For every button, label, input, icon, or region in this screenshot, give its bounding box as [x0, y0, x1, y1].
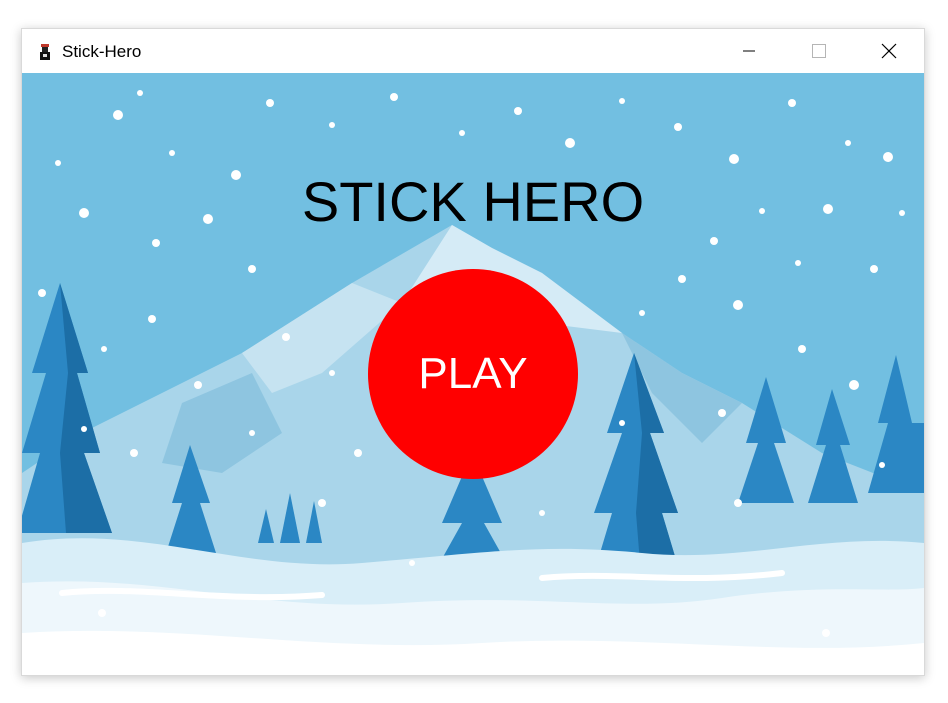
game-title: STICK HERO	[301, 170, 645, 233]
window-title: Stick-Hero	[62, 42, 142, 61]
close-button[interactable]	[854, 29, 924, 73]
maximize-icon	[812, 44, 826, 58]
play-button[interactable]: PLAY	[368, 269, 578, 479]
title-bar[interactable]: Stick-Hero	[22, 29, 924, 73]
minimize-icon	[743, 50, 755, 52]
app-window: Stick-Hero STICK HERO PLAY	[21, 28, 925, 676]
play-button-label: PLAY	[418, 349, 528, 398]
close-icon	[881, 43, 897, 59]
game-scene[interactable]: STICK HERO PLAY	[22, 73, 924, 675]
app-icon	[40, 44, 50, 60]
minimize-button[interactable]	[714, 29, 784, 73]
maximize-button[interactable]	[784, 29, 854, 73]
